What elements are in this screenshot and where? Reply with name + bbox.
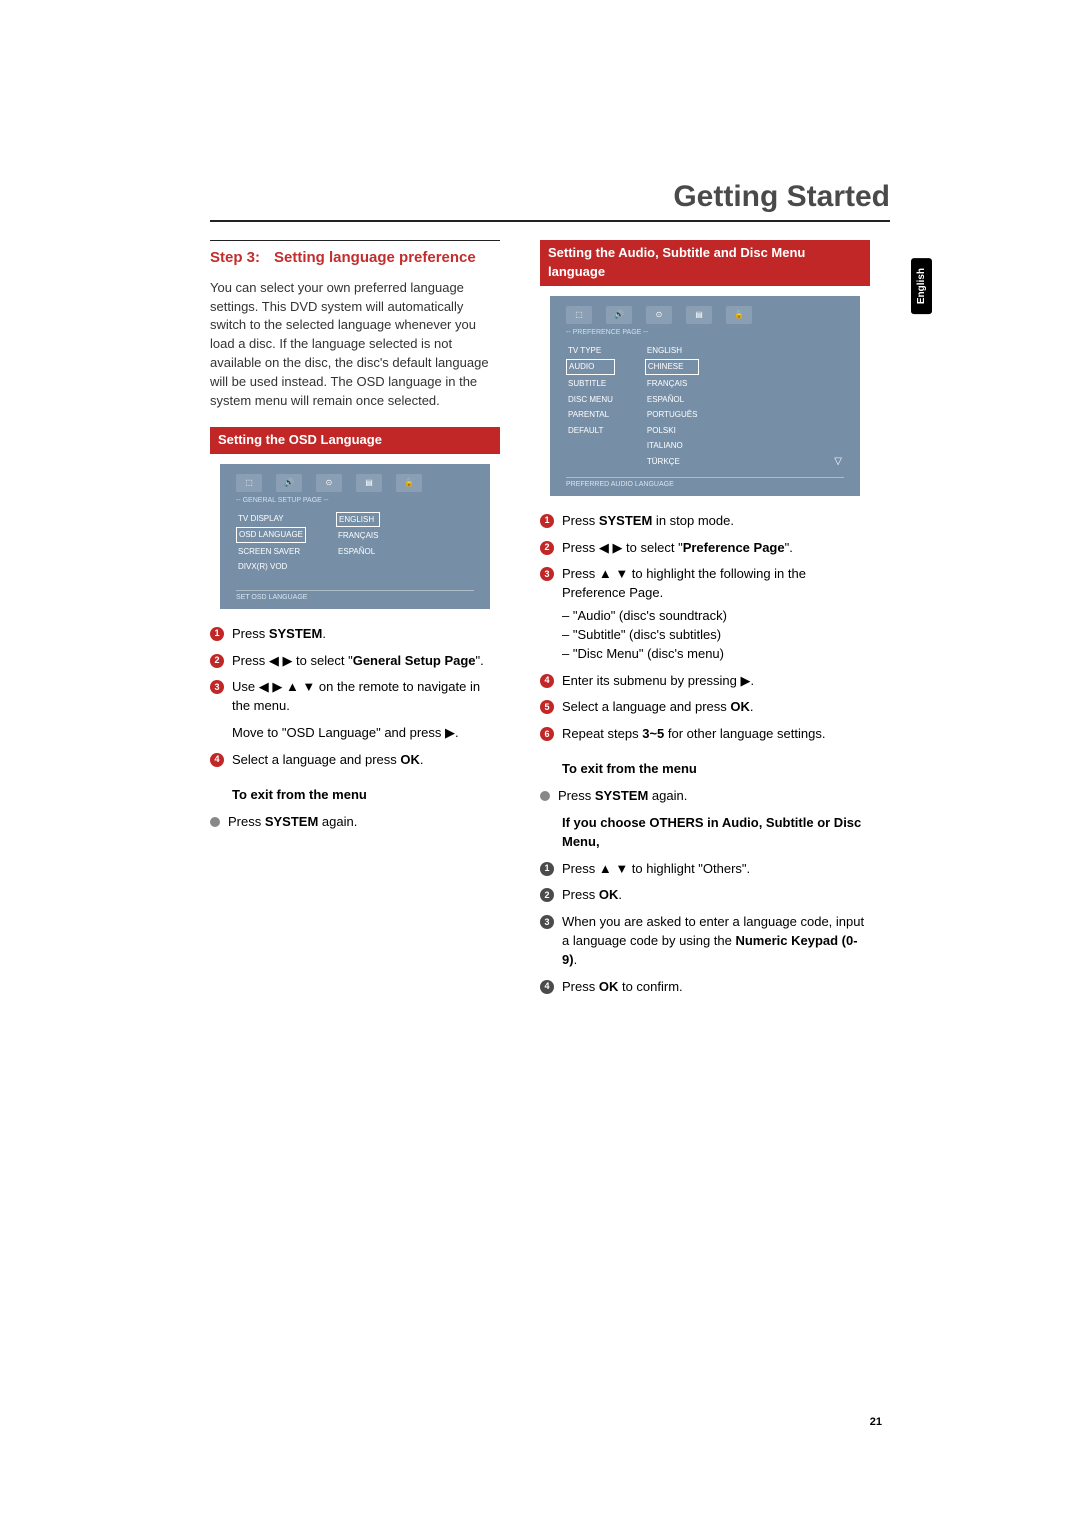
menu-option: FRANÇAIS [645,377,700,391]
menu-tab-icon: ▤ [356,474,382,492]
step-subtext: Move to "OSD Language" and press ▶. [232,724,500,743]
dash-item: "Audio" (disc's soundtrack) [562,607,870,626]
menu-tab-icon: ⊙ [646,306,672,324]
exit-header: To exit from the menu [562,760,870,779]
step-badge-1: 1 [540,862,554,876]
menu-option-selected: CHINESE [645,359,700,375]
step-badge-4: 4 [210,753,224,767]
step-badge-4: 4 [540,674,554,688]
menu-left-list: TV TYPE AUDIO SUBTITLE DISC MENU PARENTA… [566,344,615,469]
menu-option: ITALIANO [645,439,700,453]
right-steps-list: 1 Press SYSTEM in stop mode. 2 Press ◀ ▶… [540,512,870,744]
menu-tab-icon: 🔊 [276,474,302,492]
menu-item: SCREEN SAVER [236,545,306,559]
bullet-icon [540,791,550,801]
menu-tab-icon: 🔊 [606,306,632,324]
step-text: Enter its submenu by pressing ▶. [562,672,870,691]
menu-item: SUBTITLE [566,377,615,391]
step-badge-1: 1 [540,514,554,528]
step-badge-6: 6 [540,727,554,741]
step-text: Use ◀ ▶ ▲ ▼ on the remote to navigate in… [232,678,500,716]
preference-menu-mock: ⬚ 🔊 ⊙ ▤ 🔒 -- PREFERENCE PAGE -- TV TYPE … [550,296,860,496]
menu-option: ESPAÑOL [336,545,380,559]
menu-tab-icon: 🔒 [396,474,422,492]
section-title: Getting Started [210,180,890,222]
menu-option: PORTUGUÊS [645,408,700,422]
audio-subheader: Setting the Audio, Subtitle and Disc Men… [540,240,870,286]
language-tab: English [911,258,932,314]
menu-tab-icon: ⬚ [566,306,592,324]
menu-option-selected: ENGLISH [336,512,380,528]
menu-left-list: TV DISPLAY OSD LANGUAGE SCREEN SAVER DIV… [236,512,306,582]
osd-subheader: Setting the OSD Language [210,427,500,454]
menu-item: DISC MENU [566,393,615,407]
menu-tab-icon: 🔒 [726,306,752,324]
step-badge-2: 2 [540,541,554,555]
menu-right-list: ENGLISH CHINESE FRANÇAIS ESPAÑOL PORTUGU… [645,344,700,469]
step-title: Setting language preference [274,247,476,269]
menu-tabs: ⬚ 🔊 ⊙ ▤ 🔒 [236,474,474,492]
menu-item: PARENTAL [566,408,615,422]
system-label: SYSTEM [269,626,322,641]
menu-right-list: ENGLISH FRANÇAIS ESPAÑOL [336,512,380,582]
menu-item-selected: OSD LANGUAGE [236,527,306,543]
left-column: Step 3: Setting language preference You … [210,240,500,1013]
step-badge-3: 3 [540,567,554,581]
menu-tab-icon: ⬚ [236,474,262,492]
menu-option: ESPAÑOL [645,393,700,407]
right-column: Setting the Audio, Subtitle and Disc Men… [540,240,870,1013]
page-number: 21 [870,1416,882,1428]
menu-option: TÜRKÇE [645,455,700,469]
osd-menu-mock: ⬚ 🔊 ⊙ ▤ 🔒 -- GENERAL SETUP PAGE -- TV DI… [220,464,490,609]
menu-mock-footer: PREFERRED AUDIO LANGUAGE [566,477,844,490]
menu-mock-title: -- GENERAL SETUP PAGE -- [236,496,474,506]
others-steps-list: 1 Press ▲ ▼ to highlight "Others". 2 Pre… [540,860,870,997]
step-label: Step 3: [210,247,260,269]
menu-mock-footer: SET OSD LANGUAGE [236,590,474,603]
step-text: Press [232,626,269,641]
menu-tabs: ⬚ 🔊 ⊙ ▤ 🔒 [566,306,844,324]
step-badge-4: 4 [540,980,554,994]
dash-item: "Disc Menu" (disc's menu) [562,645,870,664]
step-text: Press ▲ ▼ to highlight the following in … [562,565,870,603]
menu-option: FRANÇAIS [336,529,380,543]
menu-option: POLSKI [645,424,700,438]
step-badge-5: 5 [540,700,554,714]
step-text: Select a language and press [232,752,400,767]
step-text: Press ▲ ▼ to highlight "Others". [562,860,870,879]
step-badge-2: 2 [540,888,554,902]
left-steps-list: 1 Press SYSTEM. 2 Press ◀ ▶ to select "G… [210,625,500,770]
step-badge-3: 3 [540,915,554,929]
menu-tab-icon: ▤ [686,306,712,324]
bullet-icon [210,817,220,827]
menu-item-selected: AUDIO [566,359,615,375]
menu-item: TV DISPLAY [236,512,306,526]
step-badge-3: 3 [210,680,224,694]
menu-option: ENGLISH [645,344,700,358]
dash-item: "Subtitle" (disc's subtitles) [562,626,870,645]
menu-mock-title: -- PREFERENCE PAGE -- [566,328,844,338]
step-heading: Step 3: Setting language preference [210,240,500,269]
menu-tab-icon: ⊙ [316,474,342,492]
exit-header: To exit from the menu [232,786,500,805]
step-text: Press ◀ ▶ to select " [232,653,353,668]
intro-paragraph: You can select your own preferred langua… [210,279,500,411]
menu-item: DEFAULT [566,424,615,438]
step-badge-2: 2 [210,654,224,668]
chevron-down-icon: ▽ [834,455,842,470]
step-badge-1: 1 [210,627,224,641]
others-header: If you choose OTHERS in Audio, Subtitle … [562,814,870,852]
menu-item: TV TYPE [566,344,615,358]
menu-item: DIVX(R) VOD [236,560,306,574]
